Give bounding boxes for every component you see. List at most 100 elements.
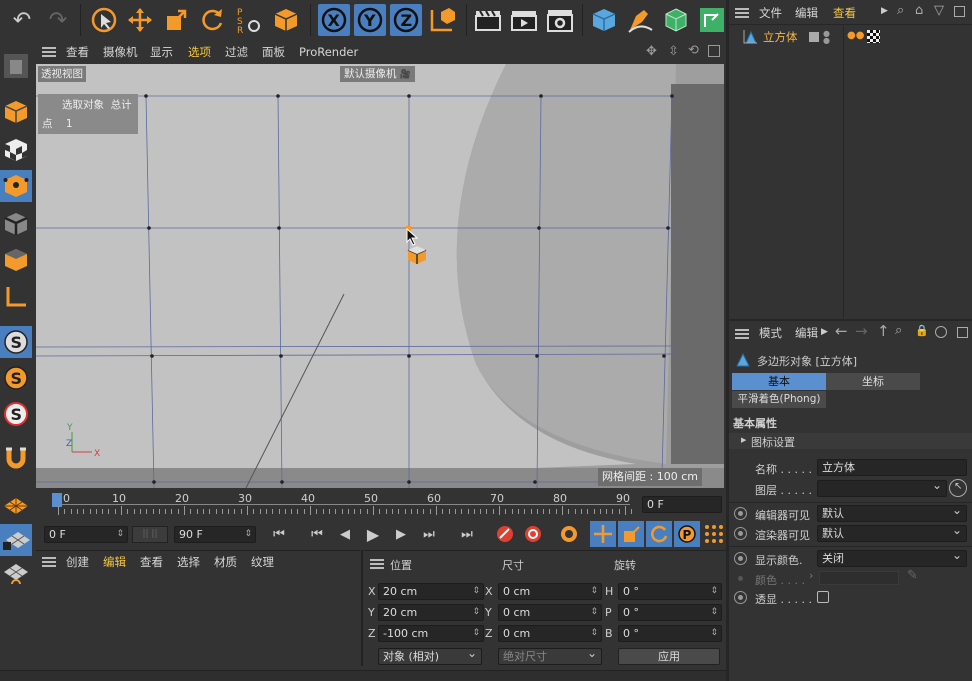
render-settings-button[interactable] — [544, 4, 576, 36]
tab-basic[interactable]: 基本 — [732, 373, 826, 390]
snap-settings-button[interactable]: S — [0, 362, 32, 394]
attribute-menu-edit[interactable]: 编辑 — [795, 323, 818, 343]
play-button[interactable]: ▶ — [362, 523, 384, 545]
pos-x-field[interactable]: 20 cm — [378, 583, 484, 600]
target-icon[interactable] — [935, 326, 947, 338]
undo-button[interactable]: ↶ — [6, 4, 38, 36]
menu-options[interactable]: 选项 — [188, 42, 211, 62]
z-axis-lock-button[interactable]: Z — [390, 4, 422, 36]
viewport-3d[interactable]: X Y Z 透视视图 默认摄像机 🎥 选取对象 总计 点 1 网格间距 : 10… — [36, 64, 724, 488]
end-frame-field[interactable]: 90 F — [174, 526, 256, 543]
material-tab-texture[interactable]: 纹理 — [251, 552, 274, 572]
render-to-picture-viewer-button[interactable] — [508, 4, 540, 36]
material-tab-edit[interactable]: 编辑 — [103, 552, 126, 572]
size-x-field[interactable]: 0 cm — [498, 583, 602, 600]
object-new-window-icon[interactable] — [954, 6, 965, 17]
menu-display[interactable]: 显示 — [150, 42, 173, 62]
key-rotation-button[interactable] — [646, 521, 672, 547]
y-axis-lock-button[interactable]: Y — [354, 4, 386, 36]
object-menu-file[interactable]: 文件 — [759, 3, 782, 23]
key-parameter-button[interactable]: P — [674, 521, 700, 547]
goto-end-button[interactable]: ⏭ — [456, 523, 478, 545]
object-filter-icon[interactable]: ▽ — [934, 3, 944, 18]
move-tool-button[interactable] — [124, 4, 156, 36]
render-visible-animate-toggle[interactable] — [734, 527, 747, 540]
model-mode-button[interactable] — [0, 96, 32, 128]
workplane-button[interactable] — [0, 490, 32, 522]
material-tab-create[interactable]: 创建 — [66, 552, 89, 572]
menu-cameras[interactable]: 摄像机 — [103, 42, 138, 62]
coordinate-mode-dropdown[interactable]: 对象 (相对) — [378, 646, 482, 665]
planar-workplane-button[interactable] — [0, 560, 32, 592]
redo-button[interactable]: ↷ — [42, 4, 74, 36]
size-z-field[interactable]: 0 cm — [498, 625, 602, 642]
viewport-maximize-icon[interactable] — [708, 45, 720, 57]
layer-toggle-icon[interactable] — [809, 32, 819, 42]
editor-visible-animate-toggle[interactable] — [734, 507, 747, 520]
scale-tool-button[interactable] — [160, 4, 192, 36]
material-menu-icon[interactable] — [42, 557, 56, 567]
auto-keying-button[interactable] — [522, 523, 544, 545]
timeline-ruler[interactable]: 0 10 20 30 40 50 60 70 80 90 — [36, 490, 636, 518]
menu-panel[interactable]: 面板 — [262, 42, 285, 62]
edges-mode-button[interactable] — [0, 208, 32, 240]
xray-animate-toggle[interactable] — [734, 591, 747, 604]
viewport-menu-icon[interactable] — [42, 47, 56, 57]
rot-h-field[interactable]: 0 ° — [618, 583, 722, 600]
viewport-rotate-icon[interactable]: ⟲ — [688, 43, 699, 58]
tab-phong[interactable]: 平滑着色(Phong) — [732, 391, 826, 408]
enable-axis-button[interactable] — [0, 280, 32, 312]
material-tab-material[interactable]: 材质 — [214, 552, 237, 572]
layer-field[interactable] — [817, 478, 947, 497]
render-visible-dropdown[interactable]: 默认 — [817, 523, 967, 542]
material-tag-icon[interactable] — [867, 30, 880, 43]
points-mode-button[interactable] — [0, 170, 32, 202]
texture-mode-button[interactable] — [0, 134, 32, 166]
psr-button[interactable]: PSR — [232, 4, 264, 36]
record-button[interactable] — [494, 523, 516, 545]
object-home-icon[interactable]: ⌂ — [915, 3, 923, 18]
current-frame-field[interactable]: 0 F — [642, 496, 722, 513]
coords-menu-icon[interactable] — [370, 559, 384, 569]
pos-z-field[interactable]: -100 cm — [378, 625, 484, 642]
viewport-dolly-icon[interactable]: ⇳ — [668, 44, 679, 59]
menu-prorender[interactable]: ProRender — [299, 42, 358, 62]
key-pla-button[interactable] — [704, 524, 724, 547]
start-frame-field[interactable]: 0 F — [44, 526, 128, 543]
size-mode-dropdown[interactable]: 绝对尺寸 — [498, 646, 602, 665]
subdivision-surface-button[interactable] — [660, 4, 692, 36]
display-color-animate-toggle[interactable] — [734, 552, 747, 565]
visibility-dots-icon[interactable]: ● ● — [823, 30, 830, 45]
next-frame-button[interactable]: ▶ — [390, 523, 412, 545]
object-name[interactable]: 立方体 — [763, 29, 798, 45]
menu-view[interactable]: 查看 — [66, 42, 89, 62]
rot-p-field[interactable]: 0 ° — [618, 604, 722, 621]
size-y-field[interactable]: 0 cm — [498, 604, 602, 621]
view-name-label[interactable]: 透视视图 — [38, 66, 86, 82]
more-arrow-icon[interactable]: ▶ — [881, 6, 888, 16]
object-menu-icon[interactable] — [735, 8, 749, 18]
recent-object-button[interactable] — [270, 4, 302, 36]
snap-toggle-button[interactable]: S — [0, 326, 32, 358]
viewport-move-icon[interactable]: ✥ — [646, 44, 657, 59]
workplane-snap-button[interactable]: S — [0, 398, 32, 430]
polygons-mode-button[interactable] — [0, 244, 32, 276]
deformer-button[interactable] — [696, 4, 728, 36]
attribute-new-window-icon[interactable] — [957, 327, 968, 338]
prev-key-button[interactable]: ⏮ — [306, 523, 328, 545]
magnet-tool-button[interactable] — [0, 442, 32, 474]
pos-y-field[interactable]: 20 cm — [378, 604, 484, 621]
xray-checkbox[interactable] — [817, 591, 829, 603]
attribute-search-icon[interactable]: ⌕ — [895, 323, 902, 338]
prev-frame-button[interactable]: ◀ — [334, 523, 356, 545]
tab-coordinates[interactable]: 坐标 — [826, 373, 920, 390]
back-arrow-icon[interactable]: ← — [835, 322, 848, 340]
live-selection-button[interactable] — [88, 4, 120, 36]
lock-icon[interactable]: 🔒 — [915, 324, 929, 337]
apply-button[interactable]: 应用 — [618, 648, 720, 665]
icon-settings-row[interactable]: ▶ 图标设置 — [729, 433, 972, 449]
phong-tag-icon[interactable]: ●● — [847, 30, 864, 41]
range-slider[interactable]: || || — [132, 526, 168, 543]
up-arrow-icon[interactable]: ↑ — [877, 322, 890, 340]
material-tab-view[interactable]: 查看 — [140, 552, 163, 572]
